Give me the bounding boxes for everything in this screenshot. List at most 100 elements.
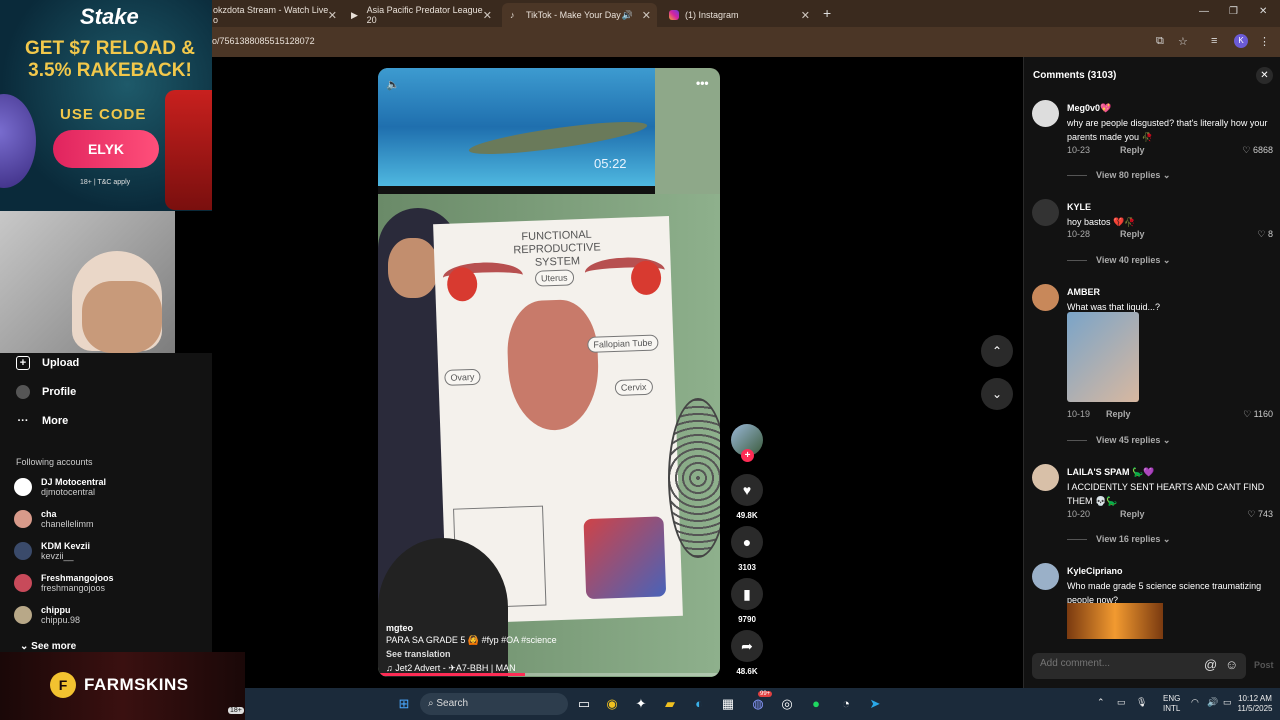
- tray-chevron-icon[interactable]: ⌃: [1097, 697, 1105, 707]
- tab-tiktok[interactable]: ♪ TikTok - Make Your Day 🔊 ✕: [502, 3, 657, 27]
- comment-username[interactable]: Meg0v0💖: [1067, 103, 1111, 114]
- reply-button[interactable]: Reply: [1120, 229, 1145, 239]
- speaker-icon[interactable]: 🔊: [622, 10, 633, 21]
- emoji-icon[interactable]: ☺: [1225, 657, 1238, 672]
- following-account[interactable]: cha chanellelimm: [14, 509, 94, 529]
- comment-image[interactable]: [1067, 603, 1163, 639]
- avatar[interactable]: [1032, 199, 1059, 226]
- sidebar-item-upload[interactable]: + Upload: [16, 356, 79, 370]
- restore-icon[interactable]: ❐: [1229, 6, 1238, 17]
- language-indicator[interactable]: ENG INTL: [1163, 694, 1180, 714]
- close-icon[interactable]: ✕: [328, 9, 337, 22]
- avatar[interactable]: [1032, 100, 1059, 127]
- steam-icon[interactable]: ◎: [778, 695, 796, 713]
- next-video-button[interactable]: ⌄: [981, 378, 1013, 410]
- comments-panel: Comments (3103) ✕ Meg0v0💖 why are people…: [1023, 57, 1280, 688]
- battery-icon[interactable]: ▭: [1223, 697, 1232, 707]
- video-player[interactable]: 05:22 FUNCTIONAL REPRODUCTIVE SYSTEM Ute…: [378, 68, 720, 677]
- comment-username[interactable]: KYLE: [1067, 202, 1091, 212]
- view-replies[interactable]: View 45 replies ⌄: [1067, 435, 1170, 446]
- comment-like[interactable]: ♡ 6868: [1242, 145, 1273, 156]
- comment-image[interactable]: [1067, 312, 1139, 402]
- following-account[interactable]: chippu chippu.98: [14, 605, 80, 625]
- close-window-icon[interactable]: ✕: [1259, 6, 1267, 17]
- install-icon[interactable]: ⧉: [1156, 35, 1164, 48]
- comment-input[interactable]: [1040, 658, 1190, 669]
- store-icon[interactable]: ▦: [719, 695, 737, 713]
- microphone-icon[interactable]: 🎙: [1136, 697, 1147, 707]
- sidebar-item-more[interactable]: ··· More: [16, 414, 69, 428]
- video-progress-bar[interactable]: [378, 673, 720, 676]
- mention-icon[interactable]: @: [1204, 657, 1217, 672]
- view-replies[interactable]: View 16 replies ⌄: [1067, 534, 1170, 545]
- volume-icon[interactable]: 🔊: [1207, 697, 1218, 707]
- follow-plus-icon[interactable]: +: [741, 449, 754, 462]
- tab-kick[interactable]: okzdota Stream - Watch Live o ✕: [205, 3, 343, 27]
- previous-video-button[interactable]: ⌃: [981, 335, 1013, 367]
- view-replies[interactable]: View 80 replies ⌄: [1067, 170, 1170, 181]
- clock[interactable]: 10:12 AM 11/5/2025: [1235, 694, 1275, 714]
- network-icon[interactable]: ▭: [1117, 697, 1126, 707]
- save-button[interactable]: ▮: [731, 578, 763, 610]
- file-explorer-icon[interactable]: ▰: [661, 695, 679, 713]
- reply-button[interactable]: Reply: [1106, 409, 1131, 419]
- comment-username[interactable]: AMBER: [1067, 287, 1100, 297]
- following-account[interactable]: DJ Motocentral djmotocentral: [14, 477, 106, 497]
- close-comments-button[interactable]: ✕: [1256, 67, 1273, 84]
- reply-button[interactable]: Reply: [1120, 145, 1145, 155]
- spotify-icon[interactable]: ●: [807, 695, 825, 713]
- avatar[interactable]: [1032, 563, 1059, 590]
- new-tab-button[interactable]: +: [823, 5, 831, 21]
- close-icon[interactable]: ✕: [642, 9, 651, 22]
- add-comment-box[interactable]: @ ☺: [1032, 653, 1246, 679]
- tab-instagram[interactable]: (1) Instagram ✕: [661, 3, 816, 27]
- tab-predator-league[interactable]: ▶ Asia Pacific Predator League 20 ✕: [343, 3, 498, 27]
- url-field[interactable]: o/7561388085515128072: [212, 36, 315, 46]
- mute-icon[interactable]: 🔈: [386, 78, 400, 91]
- chrome-icon[interactable]: ◉: [603, 695, 621, 713]
- comment-item: KyleCipriano Who made grade 5 science sc…: [1032, 563, 1277, 643]
- comment-button[interactable]: ●: [731, 526, 763, 558]
- minimize-icon[interactable]: —: [1199, 6, 1209, 17]
- comment-username[interactable]: LAILA'S SPAM 🦕💜: [1067, 467, 1154, 478]
- sidebar-item-profile[interactable]: Profile: [16, 385, 76, 399]
- view-replies[interactable]: View 40 replies ⌄: [1067, 255, 1170, 266]
- comment-like[interactable]: ♡ 8: [1257, 229, 1273, 240]
- obs-icon[interactable]: ◔: [837, 695, 855, 713]
- wifi-icon[interactable]: ◠: [1191, 697, 1199, 707]
- avatar[interactable]: [1032, 284, 1059, 311]
- video-more-icon[interactable]: •••: [696, 76, 709, 90]
- view-replies-label: View 45 replies: [1096, 435, 1161, 445]
- kick-icon: ▶: [351, 10, 358, 20]
- following-account[interactable]: KDM Kevzii kevzii__: [14, 541, 90, 561]
- like-button[interactable]: ♥: [731, 474, 763, 506]
- taskbar-search[interactable]: ⌕ Search: [420, 693, 568, 715]
- close-icon[interactable]: ✕: [801, 9, 810, 22]
- post-button[interactable]: Post: [1254, 660, 1274, 670]
- comment-like-count: 8: [1267, 229, 1273, 239]
- browser-profile-avatar[interactable]: K: [1234, 34, 1248, 48]
- windows-start-icon[interactable]: ⊞: [395, 695, 413, 713]
- comment-username[interactable]: KyleCipriano: [1067, 566, 1123, 576]
- close-icon[interactable]: ✕: [483, 9, 492, 22]
- comment-like[interactable]: ♡ 1160: [1243, 409, 1273, 420]
- following-account[interactable]: Freshmangojoos freshmangojoos: [14, 573, 114, 593]
- clock-date: 11/5/2025: [1237, 704, 1273, 713]
- comment-like[interactable]: ♡ 743: [1247, 509, 1273, 520]
- share-button[interactable]: ➦: [731, 630, 763, 662]
- menu-dots-icon[interactable]: ⋮: [1259, 35, 1270, 48]
- comment-like-count: 743: [1257, 509, 1273, 519]
- media-icon[interactable]: ≡: [1211, 35, 1217, 47]
- reply-button[interactable]: Reply: [1120, 509, 1145, 519]
- sidebar-item-label: Profile: [42, 386, 77, 398]
- avatar[interactable]: [1032, 464, 1059, 491]
- see-translation-link[interactable]: See translation: [386, 649, 686, 659]
- telegram-icon[interactable]: ➤: [866, 695, 884, 713]
- bookmark-star-icon[interactable]: ☆: [1178, 35, 1188, 48]
- task-view-icon[interactable]: ▭: [575, 695, 593, 713]
- video-author[interactable]: mgteo: [386, 623, 686, 633]
- copilot-icon[interactable]: ✦: [632, 695, 650, 713]
- discord-icon[interactable]: ◍: [749, 695, 767, 713]
- edge-icon[interactable]: ◐: [690, 695, 708, 713]
- see-more-link[interactable]: ⌄ See more: [20, 641, 76, 652]
